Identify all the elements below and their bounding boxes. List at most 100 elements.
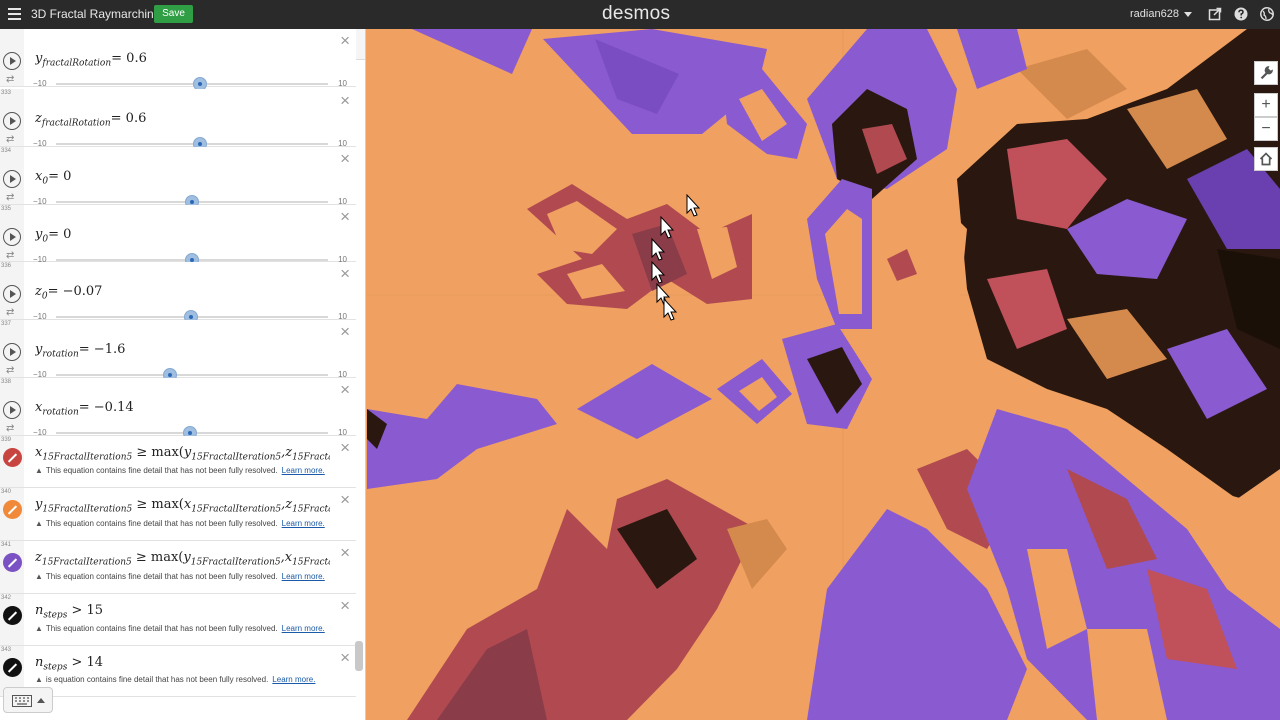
slider-max[interactable]: 10 (338, 79, 347, 88)
color-icon[interactable] (3, 658, 22, 677)
loop-icon[interactable]: ⇄ (6, 192, 14, 203)
expression-text[interactable]: nsteps > 14 (35, 655, 330, 673)
chevron-up-icon (37, 698, 45, 703)
play-icon[interactable] (3, 401, 21, 419)
top-bar: 3D Fractal Raymarching Save desmos radia… (0, 0, 1280, 29)
expression-r2: ,z (281, 497, 293, 512)
slider-expression-row[interactable]: 334 ⇄ x0= 0 −10 10 × (0, 147, 356, 209)
loop-icon[interactable]: ⇄ (6, 134, 14, 145)
expression-r2sub: 15FractalIteratio (292, 504, 330, 515)
loop-icon[interactable]: ⇄ (6, 250, 14, 261)
variable-subscript: rotation (42, 407, 79, 418)
keyboard-toggle[interactable] (3, 687, 53, 713)
fine-detail-warning: ▲ This equation contains fine detail that… (35, 624, 325, 633)
play-icon[interactable] (3, 170, 21, 188)
learn-more-link[interactable]: Learn more. (282, 466, 325, 475)
close-icon[interactable]: × (340, 265, 350, 282)
loop-icon[interactable]: ⇄ (6, 74, 14, 85)
play-icon[interactable] (3, 112, 21, 130)
close-icon[interactable]: × (340, 649, 350, 666)
play-icon[interactable] (3, 228, 21, 246)
close-icon[interactable]: × (340, 544, 350, 561)
slider-track[interactable] (56, 374, 328, 376)
expression-text[interactable]: yrotation= −1.6 (35, 342, 330, 360)
expression-text[interactable]: y0= 0 (35, 227, 330, 245)
color-icon[interactable] (3, 606, 22, 625)
home-icon[interactable] (1254, 147, 1278, 171)
share-icon[interactable] (1208, 7, 1222, 21)
learn-more-link[interactable]: Learn more. (282, 624, 325, 633)
slider-expression-row[interactable]: 338 ⇄ xrotation= −0.14 −10 10 × (0, 378, 356, 440)
close-icon[interactable]: × (340, 150, 350, 167)
close-icon[interactable]: × (340, 323, 350, 340)
play-icon[interactable] (3, 285, 21, 303)
expression-text[interactable]: nsteps > 15 (35, 603, 330, 621)
variable-value: = −1.6 (78, 342, 126, 357)
variable-value: = 0 (48, 169, 72, 184)
slider-track[interactable] (56, 83, 328, 85)
play-icon[interactable] (3, 343, 21, 361)
slider-track[interactable] (56, 143, 328, 145)
expression-text[interactable]: xrotation= −0.14 (35, 400, 330, 418)
expression-rel: > 15 (67, 603, 104, 618)
close-icon[interactable]: × (340, 32, 350, 49)
color-icon[interactable] (3, 448, 22, 467)
expression-text[interactable]: z15FractalIteration5 ≥ max(y15FractalIte… (35, 550, 330, 568)
help-icon[interactable] (1234, 7, 1248, 21)
learn-more-link[interactable]: Learn more. (282, 519, 325, 528)
scrollbar[interactable] (355, 641, 363, 671)
equation-expression-row[interactable]: 342 nsteps > 15 ▲ This equation contains fi… (0, 594, 356, 646)
user-menu[interactable]: radian628 (1130, 8, 1192, 20)
slider-expression-row[interactable]: 336 ⇄ z0= −0.07 −10 10 × (0, 262, 356, 324)
loop-icon[interactable]: ⇄ (6, 365, 14, 376)
close-icon[interactable]: × (340, 381, 350, 398)
learn-more-link[interactable]: Learn more. (282, 572, 325, 581)
slider-expression-row[interactable]: ⇄ yfractalRotation= 0.6 −10 10 × (0, 29, 356, 91)
equation-expression-row[interactable]: 341 z15FractalIteration5 ≥ max(y15Fractal… (0, 541, 356, 594)
expression-text[interactable]: x15FractalIteration5 ≥ max(y15FractalIte… (35, 445, 330, 463)
equation-expression-row[interactable]: 339 x15FractalIteration5 ≥ max(y15Fractal… (0, 436, 356, 488)
zoom-in-icon[interactable]: + (1254, 93, 1278, 117)
save-button[interactable]: Save (154, 5, 193, 23)
expression-rel: > 14 (67, 655, 104, 670)
close-icon[interactable]: × (340, 208, 350, 225)
color-icon[interactable] (3, 500, 22, 519)
expression-text[interactable]: z0= −0.07 (35, 284, 330, 302)
globe-icon[interactable] (1260, 7, 1274, 21)
slider-expression-row[interactable]: 337 ⇄ yrotation= −1.6 −10 10 × (0, 320, 356, 382)
expression-number: 340 (1, 489, 12, 495)
expression-r2: ,z (281, 445, 293, 460)
wrench-icon[interactable] (1254, 61, 1278, 85)
color-icon[interactable] (3, 553, 22, 572)
expression-text[interactable]: yfractalRotation= 0.6 (35, 51, 330, 69)
equation-expression-row[interactable]: 343 nsteps > 14 ▲ is equation contains fine… (0, 646, 356, 697)
expression-rel: ≥ max( (132, 497, 184, 512)
learn-more-link[interactable]: Learn more. (272, 675, 315, 684)
slider-min[interactable]: −10 (33, 79, 47, 88)
slider-expression-row[interactable]: 333 ⇄ zfractalRotation= 0.6 −10 10 × (0, 89, 356, 151)
slider-expression-row[interactable]: 335 ⇄ y0= 0 −10 10 × (0, 205, 356, 267)
graph-canvas[interactable]: + − (367, 29, 1280, 720)
graph-title[interactable]: 3D Fractal Raymarching (31, 7, 160, 21)
close-icon[interactable]: × (340, 597, 350, 614)
expression-r2sub: 15FractalIteratio (292, 557, 330, 568)
expression-text[interactable]: y15FractalIteration5 ≥ max(x15FractalIte… (35, 497, 330, 515)
equation-expression-row[interactable]: 340 y15FractalIteration5 ≥ max(x15Fractal… (0, 488, 356, 541)
zoom-out-icon[interactable]: − (1254, 117, 1278, 141)
close-icon[interactable]: × (340, 439, 350, 456)
play-icon[interactable] (3, 52, 21, 70)
close-icon[interactable]: × (340, 92, 350, 109)
expression-number: 338 (1, 379, 12, 385)
warning-text: is equation contains fine detail that ha… (45, 675, 269, 684)
close-icon[interactable]: × (340, 491, 350, 508)
loop-icon[interactable]: ⇄ (6, 307, 14, 318)
loop-icon[interactable]: ⇄ (6, 423, 14, 434)
expression-lsub: 15FractalIteration5 (41, 557, 132, 568)
variable-value: = 0.6 (111, 51, 147, 66)
expression-number: 334 (1, 148, 12, 154)
variable-value: = −0.14 (78, 400, 134, 415)
warning-icon: ▲ (35, 519, 43, 528)
menu-icon[interactable] (8, 8, 21, 20)
expression-text[interactable]: zfractalRotation= 0.6 (35, 111, 330, 129)
expression-text[interactable]: x0= 0 (35, 169, 330, 187)
